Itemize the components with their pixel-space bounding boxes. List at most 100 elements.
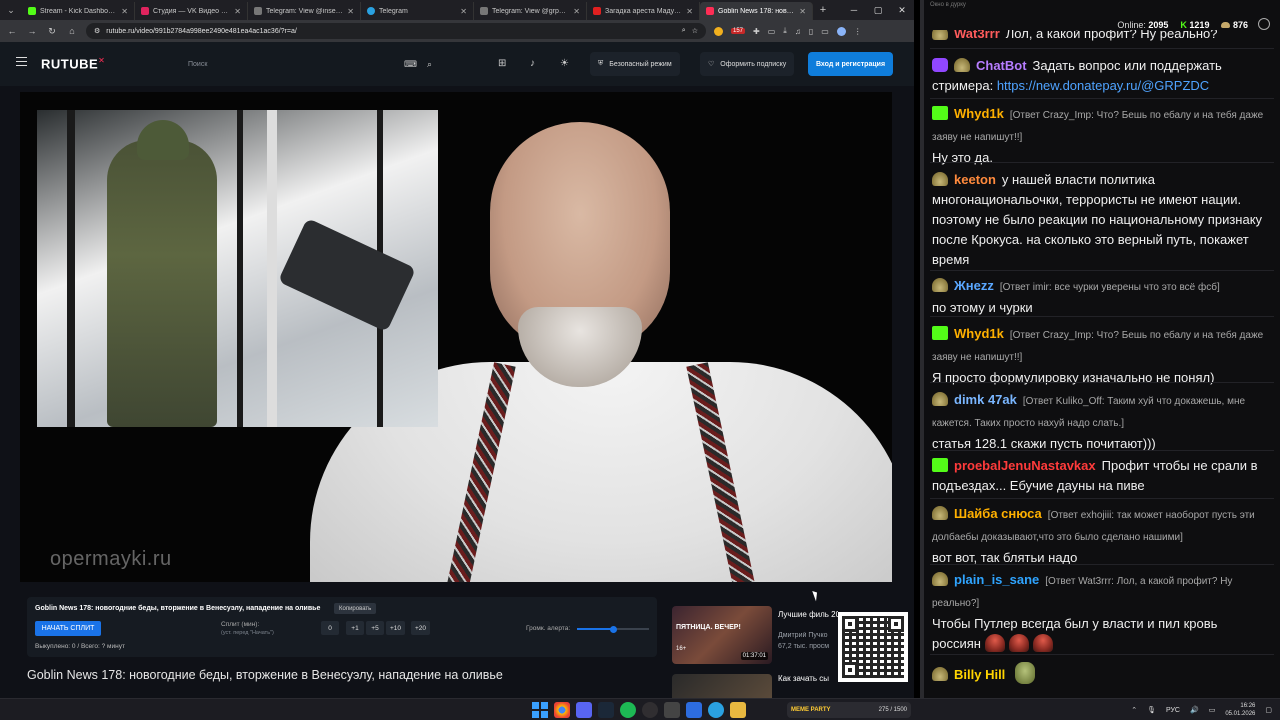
url-field[interactable]: ⚙ rutube.ru/video/991b2784a998ee2490e481…: [86, 23, 706, 39]
chat-message: dimk 47ak [Ответ Kuliko_Off: Таким хуй чт…: [932, 392, 1246, 451]
new-tab-icon[interactable]: +: [813, 4, 833, 16]
split-plus-1-button[interactable]: +1: [346, 621, 364, 635]
search-input[interactable]: Поиск ⌨ ⌕: [180, 53, 440, 75]
message-divider: [930, 450, 1274, 451]
extension-icon[interactable]: [714, 26, 723, 36]
mushroom-emote-icon: [1032, 634, 1053, 652]
copy-button[interactable]: Копировать: [334, 603, 377, 614]
site-info-icon[interactable]: ⚙: [94, 27, 100, 35]
close-tab-icon[interactable]: ✕: [347, 7, 354, 16]
close-tab-icon[interactable]: ✕: [121, 7, 128, 16]
sidebar-icon[interactable]: ▯: [809, 27, 813, 36]
tree-trunk: [237, 110, 243, 427]
helmet-badge-icon: [932, 667, 948, 681]
minimize-icon[interactable]: ─: [842, 0, 866, 20]
search-icon[interactable]: ⌕: [427, 59, 432, 70]
video-player[interactable]: opermayki.ru: [20, 92, 892, 582]
theme-sun-icon[interactable]: ☀: [560, 58, 569, 69]
thumbnail-text: ПЯТНИЦА. ВЕЧЕР!: [676, 624, 741, 631]
split-plus-10-button[interactable]: +10: [386, 621, 406, 635]
tab-kick-dashboard[interactable]: Stream - Kick Dashboard ✕: [22, 2, 135, 20]
media-player-icon[interactable]: [686, 702, 702, 718]
close-tab-icon[interactable]: ✕: [460, 7, 467, 16]
tab-telegram-grpzdc[interactable]: Telegram: View @grpzdc ✕: [474, 2, 587, 20]
home-icon[interactable]: ⌂: [66, 26, 78, 36]
bell-icon[interactable]: ♪: [530, 58, 535, 69]
close-tab-icon[interactable]: ✕: [234, 7, 241, 16]
tab-telegram-insect[interactable]: Telegram: View @insect_life✕: [248, 2, 361, 20]
spotify-icon[interactable]: [620, 702, 636, 718]
start-split-button[interactable]: НАЧАТЬ СПЛИТ: [35, 621, 101, 636]
split-plus-5-button[interactable]: +5: [366, 621, 384, 635]
chrome-icon[interactable]: [554, 702, 570, 718]
split-value-field[interactable]: 0: [321, 621, 339, 635]
rutube-logo[interactable]: RUTUBE✕: [41, 56, 105, 71]
alert-volume-slider[interactable]: [577, 625, 649, 633]
chat-settings-icon[interactable]: [1258, 18, 1270, 30]
upload-icon[interactable]: ⊞: [498, 58, 506, 69]
discord-icon[interactable]: [576, 702, 592, 718]
cast-icon[interactable]: ▭: [821, 27, 829, 36]
split-sublabel: (уст. перед "Начать"): [221, 630, 274, 636]
profile-avatar[interactable]: [836, 26, 846, 36]
close-tab-icon[interactable]: ✕: [573, 7, 580, 16]
login-button[interactable]: Вход и регистрация: [808, 52, 893, 76]
close-window-icon[interactable]: ✕: [890, 0, 914, 20]
maximize-icon[interactable]: ▢: [866, 0, 890, 20]
donation-link[interactable]: https://new.donatepay.ru/@GRPZDC: [997, 78, 1209, 93]
chat-message: ChatBot Задать вопрос или поддержать стри…: [932, 58, 1222, 93]
split-plus-20-button[interactable]: +20: [411, 621, 431, 635]
download-icon[interactable]: ⤓: [783, 26, 787, 36]
folder-icon[interactable]: [730, 702, 746, 718]
tab-telegram[interactable]: Telegram ✕: [361, 2, 474, 20]
microphone-icon[interactable]: 🎙: [1147, 706, 1156, 714]
hamburger-menu-icon[interactable]: [16, 57, 27, 66]
chat-message: proebalJenuNastavkax Профит чтобы не срал…: [932, 458, 1258, 493]
address-bar: ← → ↻ ⌂ ⚙ rutube.ru/video/991b2784a998ee…: [0, 20, 914, 42]
recommended-title[interactable]: Лучшие филь 2026 и ограни: [778, 610, 838, 620]
media-icon[interactable]: ♫: [795, 27, 801, 36]
close-tab-icon[interactable]: ✕: [686, 7, 693, 16]
clock[interactable]: 16:26 05.01.2026: [1225, 702, 1255, 718]
back-icon[interactable]: ←: [6, 26, 18, 36]
split-view-icon[interactable]: ▭: [768, 27, 776, 36]
tray-chevron-icon[interactable]: ⌃: [1131, 706, 1137, 714]
reload-icon[interactable]: ↻: [46, 26, 58, 37]
recommended-author[interactable]: Дмитрий Пучко: [778, 632, 838, 639]
tab-vk-studio[interactable]: Студия — VK Видео Live ✕: [135, 2, 248, 20]
notifications-icon[interactable]: ▢: [1265, 706, 1272, 714]
volume-icon[interactable]: 🔊: [1190, 706, 1199, 714]
message-divider: [930, 98, 1274, 99]
zoom-icon[interactable]: ⌕: [682, 27, 686, 35]
helmet-badge-icon: [932, 392, 948, 406]
network-icon[interactable]: ▭: [1209, 706, 1216, 714]
tab-goblin-news[interactable]: Goblin News 178: новогод ✕: [700, 2, 813, 20]
recommended-title-2[interactable]: Как зачать сы: [778, 674, 838, 683]
forward-icon[interactable]: →: [26, 26, 38, 36]
app-icon[interactable]: [664, 702, 680, 718]
keyboard-icon[interactable]: ⌨: [404, 59, 417, 70]
extension-badge[interactable]: 157: [731, 28, 746, 34]
alert-volume-fill: [577, 628, 613, 630]
recommended-thumbnail-2[interactable]: [672, 674, 772, 698]
safe-mode-button[interactable]: ⛨ Безопасный режим: [590, 52, 680, 76]
panel-video-title: Goblin News 178: новогодние беды, вторже…: [35, 605, 321, 612]
logo-dot-icon: ✕: [98, 56, 106, 65]
language-indicator[interactable]: РУС: [1166, 707, 1180, 714]
bookmark-star-icon[interactable]: ☆: [692, 27, 698, 35]
obs-icon[interactable]: [642, 702, 658, 718]
subscribe-button[interactable]: ♡ Оформить подписку: [700, 52, 795, 76]
kick-icon: K: [1180, 20, 1187, 30]
steam-icon[interactable]: [598, 702, 614, 718]
recommended-thumbnail[interactable]: ПЯТНИЦА. ВЕЧЕР! 16+ 01:37:01: [672, 606, 772, 664]
menu-icon[interactable]: ⋮: [854, 27, 862, 36]
windows-start-icon[interactable]: [532, 702, 548, 718]
telegram-icon[interactable]: [708, 702, 724, 718]
alert-volume-knob[interactable]: [609, 625, 617, 633]
meme-party-widget[interactable]: MEME PARTY 275 / 1500: [787, 702, 911, 718]
tab-search-icon[interactable]: ⌄: [0, 0, 22, 20]
tab-youtube-maduro[interactable]: Загадка ареста Мадуро в...✕: [587, 2, 700, 20]
message-divider: [930, 48, 1274, 49]
puzzle-icon[interactable]: ✚: [753, 27, 760, 36]
close-tab-icon[interactable]: ✕: [799, 7, 806, 16]
